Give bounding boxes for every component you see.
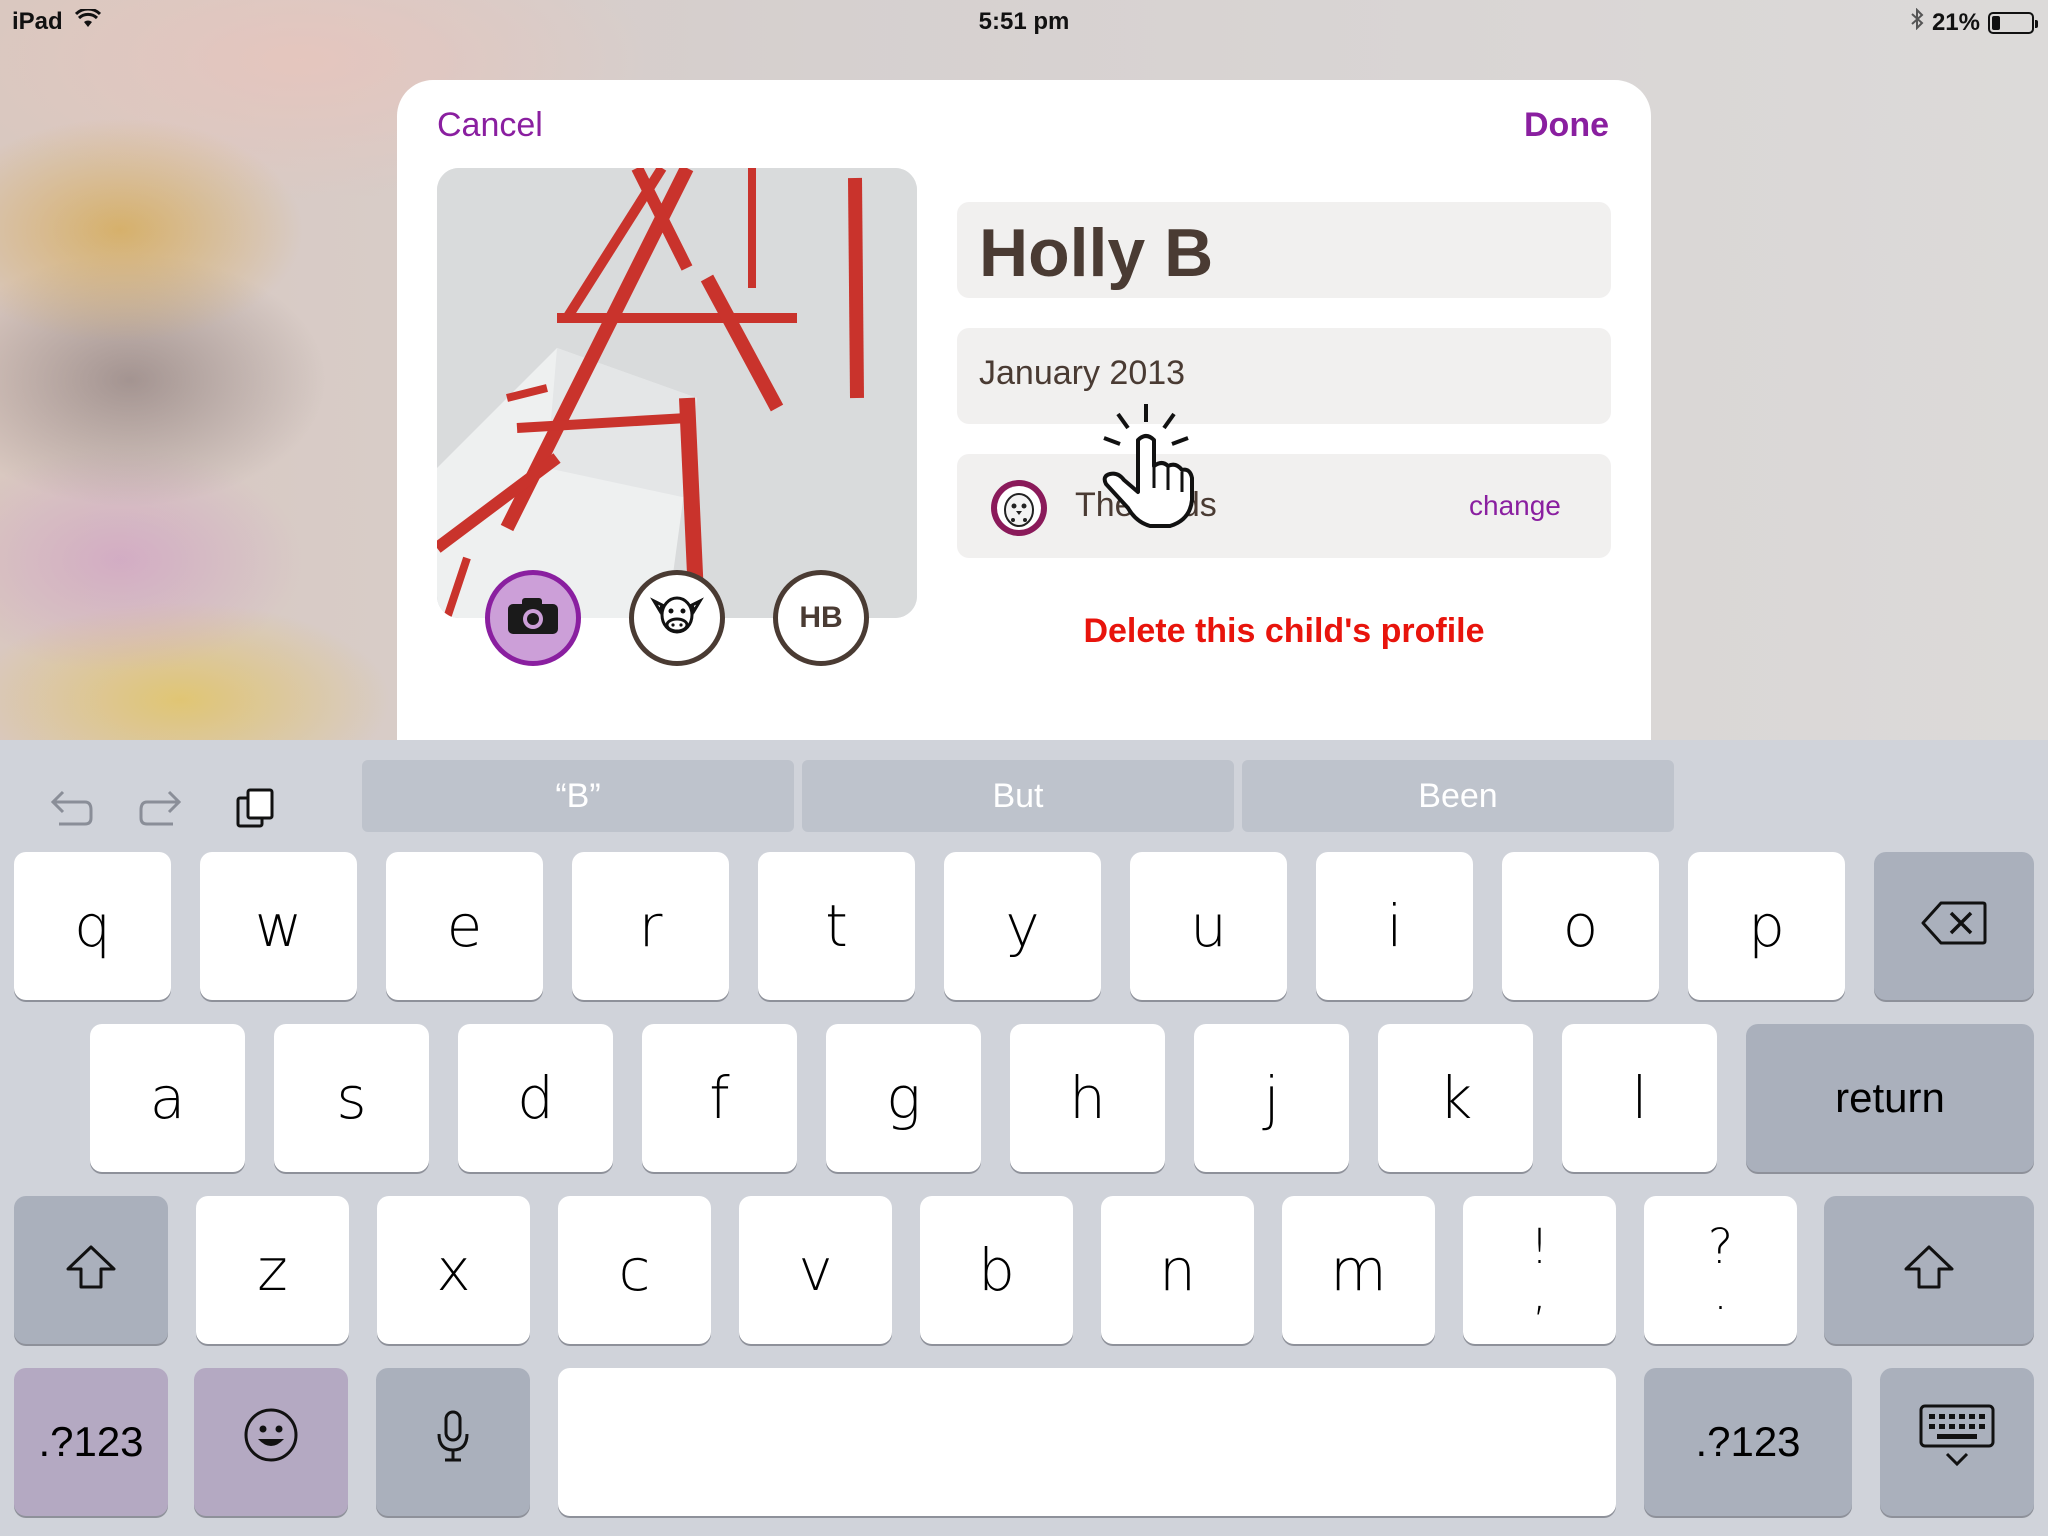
name-field[interactable]: Holly B bbox=[957, 202, 1611, 298]
done-button[interactable]: Done bbox=[1524, 106, 1609, 145]
keyboard-shortcut-bar: “B” But Been bbox=[0, 740, 2048, 852]
emoji-icon bbox=[243, 1407, 299, 1477]
key-h[interactable]: h bbox=[1010, 1024, 1165, 1172]
key-exclamation-label: ! bbox=[1529, 1219, 1550, 1275]
onscreen-keyboard: “B” But Been q w e r t y u i o p a s d f… bbox=[0, 740, 2048, 1536]
camera-button[interactable] bbox=[485, 570, 581, 666]
key-p[interactable]: p bbox=[1688, 852, 1845, 1000]
change-group-link[interactable]: change bbox=[1469, 490, 1561, 522]
microphone-icon bbox=[436, 1408, 470, 1476]
key-comma-label: , bbox=[1531, 1265, 1548, 1321]
key-question-period-label: ? . bbox=[1707, 1219, 1734, 1321]
keyboard-dismiss-icon bbox=[1917, 1402, 1997, 1482]
dismiss-keyboard-key[interactable] bbox=[1880, 1368, 2034, 1516]
key-b[interactable]: b bbox=[920, 1196, 1073, 1344]
status-time: 5:51 pm bbox=[978, 8, 1070, 35]
key-t[interactable]: t bbox=[758, 852, 915, 1000]
shift-right-key[interactable] bbox=[1824, 1196, 2034, 1344]
backspace-icon bbox=[1921, 892, 1987, 960]
bird-icon bbox=[991, 480, 1047, 536]
name-value: Holly B bbox=[979, 215, 1214, 291]
battery-icon bbox=[1988, 11, 2038, 34]
redo-icon[interactable] bbox=[134, 780, 190, 836]
camera-icon bbox=[506, 596, 560, 641]
key-q[interactable]: q bbox=[14, 852, 171, 1000]
space-key[interactable] bbox=[558, 1368, 1616, 1516]
photo-artwork bbox=[437, 168, 917, 618]
key-exclamation-comma-label: ! , bbox=[1529, 1219, 1550, 1321]
key-g[interactable]: g bbox=[826, 1024, 981, 1172]
key-x[interactable]: x bbox=[377, 1196, 530, 1344]
backspace-key[interactable] bbox=[1874, 852, 2034, 1000]
suggestion-1[interactable]: “B” bbox=[362, 760, 794, 832]
key-o[interactable]: o bbox=[1502, 852, 1659, 1000]
initials-avatar-button[interactable]: HB bbox=[773, 570, 869, 666]
key-z[interactable]: z bbox=[196, 1196, 349, 1344]
suggestion-3[interactable]: Been bbox=[1242, 760, 1674, 832]
animal-avatar-button[interactable] bbox=[629, 570, 725, 666]
cancel-button[interactable]: Cancel bbox=[437, 106, 543, 145]
shift-left-key[interactable] bbox=[14, 1196, 168, 1344]
key-k[interactable]: k bbox=[1378, 1024, 1533, 1172]
key-d[interactable]: d bbox=[458, 1024, 613, 1172]
key-period-label: . bbox=[1712, 1265, 1729, 1321]
key-question-label: ? bbox=[1707, 1219, 1734, 1275]
key-w[interactable]: w bbox=[200, 852, 357, 1000]
dictation-key[interactable] bbox=[376, 1368, 530, 1516]
bluetooth-icon bbox=[1910, 7, 1924, 37]
delete-profile-button[interactable]: Delete this child's profile bbox=[957, 612, 1611, 651]
key-j[interactable]: j bbox=[1194, 1024, 1349, 1172]
cow-icon bbox=[650, 589, 704, 648]
battery-fill bbox=[1992, 15, 2000, 30]
battery-percent: 21% bbox=[1931, 8, 1980, 36]
numbers-left-key[interactable]: .?123 bbox=[14, 1368, 168, 1516]
key-n[interactable]: n bbox=[1101, 1196, 1254, 1344]
shift-icon bbox=[1903, 1236, 1955, 1304]
suggestion-2[interactable]: But bbox=[802, 760, 1234, 832]
key-v[interactable]: v bbox=[739, 1196, 892, 1344]
key-a[interactable]: a bbox=[90, 1024, 245, 1172]
key-r[interactable]: r bbox=[572, 852, 729, 1000]
key-e[interactable]: e bbox=[386, 852, 543, 1000]
paste-icon[interactable] bbox=[228, 780, 284, 836]
shift-icon bbox=[65, 1236, 117, 1304]
initials-label: HB bbox=[799, 601, 843, 634]
key-u[interactable]: u bbox=[1130, 852, 1287, 1000]
key-l[interactable]: l bbox=[1562, 1024, 1717, 1172]
return-key[interactable]: return bbox=[1746, 1024, 2034, 1172]
hand-pointer-icon bbox=[1088, 400, 1208, 535]
undo-icon[interactable] bbox=[42, 780, 98, 836]
key-c[interactable]: c bbox=[558, 1196, 711, 1344]
key-m[interactable]: m bbox=[1282, 1196, 1435, 1344]
edit-child-modal: Cancel Done HB Holly B January 2013 The … bbox=[397, 80, 1651, 760]
birth-date-value: January 2013 bbox=[979, 354, 1186, 392]
emoji-key[interactable] bbox=[194, 1368, 348, 1516]
key-i[interactable]: i bbox=[1316, 852, 1473, 1000]
key-s[interactable]: s bbox=[274, 1024, 429, 1172]
key-y[interactable]: y bbox=[944, 852, 1101, 1000]
key-f[interactable]: f bbox=[642, 1024, 797, 1172]
status-bar: iPad 5:51 pm 21% bbox=[0, 0, 2048, 44]
group-field: The birds change bbox=[957, 454, 1611, 558]
numbers-right-key[interactable]: .?123 bbox=[1644, 1368, 1852, 1516]
birth-date-field[interactable]: January 2013 bbox=[957, 328, 1611, 424]
profile-photo[interactable] bbox=[437, 168, 917, 618]
key-exclamation-comma[interactable]: ! , bbox=[1463, 1196, 1616, 1344]
key-question-period[interactable]: ? . bbox=[1644, 1196, 1797, 1344]
